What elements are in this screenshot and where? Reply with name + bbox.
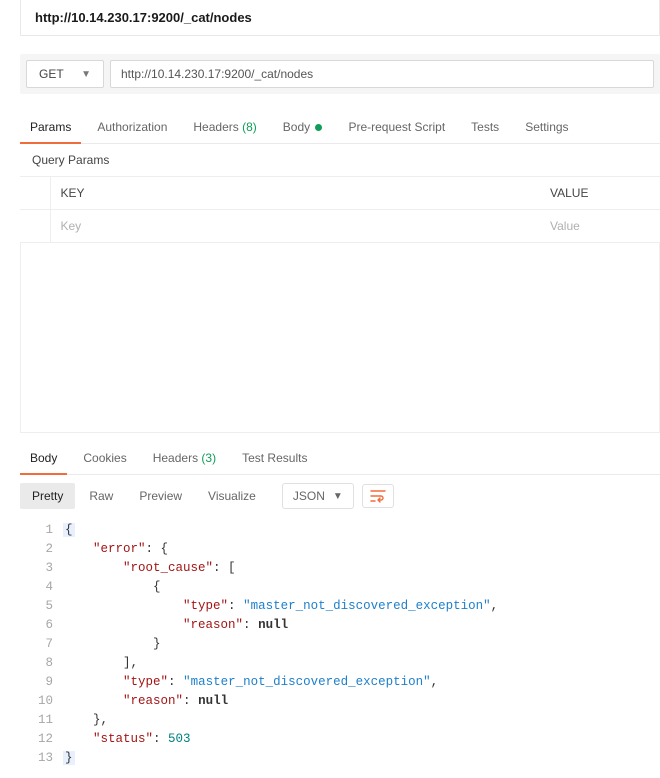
query-params-header: Query Params bbox=[20, 144, 660, 177]
resp-tab-headers-label: Headers bbox=[153, 451, 198, 465]
request-tabs: Params Authorization Headers (8) Body Pr… bbox=[20, 112, 660, 144]
code-lines: { "error": { "root_cause": [ { "type": "… bbox=[63, 521, 660, 768]
line-number: 4 bbox=[38, 578, 53, 597]
line-gutter: 12345678910111213 bbox=[20, 521, 63, 768]
line-number: 12 bbox=[38, 730, 53, 749]
tab-headers-count: (8) bbox=[242, 120, 257, 134]
col-key-header: KEY bbox=[50, 177, 540, 210]
header-gutter bbox=[20, 177, 50, 210]
tab-headers-label: Headers bbox=[193, 120, 238, 134]
line-number: 11 bbox=[38, 711, 53, 730]
tab-settings[interactable]: Settings bbox=[515, 112, 578, 143]
view-pretty-button[interactable]: Pretty bbox=[20, 483, 75, 509]
resp-tab-headers[interactable]: Headers (3) bbox=[143, 443, 226, 474]
tab-headers[interactable]: Headers (8) bbox=[183, 112, 266, 143]
wrap-lines-button[interactable] bbox=[362, 484, 394, 508]
response-body-code[interactable]: 12345678910111213 { "error": { "root_cau… bbox=[20, 517, 660, 768]
line-number: 10 bbox=[38, 692, 53, 711]
resp-tab-test-results[interactable]: Test Results bbox=[232, 443, 317, 474]
line-number: 8 bbox=[38, 654, 53, 673]
chevron-down-icon: ▼ bbox=[333, 491, 343, 502]
key-input[interactable]: Key bbox=[50, 210, 540, 243]
table-row[interactable]: Key Value bbox=[20, 210, 660, 243]
wrap-icon bbox=[370, 489, 386, 503]
chevron-down-icon: ▼ bbox=[81, 69, 91, 80]
line-number: 1 bbox=[38, 521, 53, 540]
response-toolbar: Pretty Raw Preview Visualize JSON ▼ bbox=[20, 475, 660, 517]
row-gutter bbox=[20, 210, 50, 243]
line-number: 9 bbox=[38, 673, 53, 692]
tab-body[interactable]: Body bbox=[273, 112, 333, 143]
request-title: http://10.14.230.17:9200/_cat/nodes bbox=[20, 0, 660, 36]
resp-tab-cookies[interactable]: Cookies bbox=[73, 443, 136, 474]
line-number: 7 bbox=[38, 635, 53, 654]
line-number: 3 bbox=[38, 559, 53, 578]
line-number: 2 bbox=[38, 540, 53, 559]
tab-authorization[interactable]: Authorization bbox=[87, 112, 177, 143]
query-params-table: KEY VALUE Key Value bbox=[20, 177, 660, 243]
http-method-select[interactable]: GET ▼ bbox=[26, 60, 104, 88]
line-number: 6 bbox=[38, 616, 53, 635]
tab-body-label: Body bbox=[283, 120, 310, 134]
line-number: 13 bbox=[38, 749, 53, 768]
tab-prerequest[interactable]: Pre-request Script bbox=[338, 112, 455, 143]
line-number: 5 bbox=[38, 597, 53, 616]
value-input[interactable]: Value bbox=[540, 210, 660, 243]
request-row: GET ▼ http://10.14.230.17:9200/_cat/node… bbox=[20, 54, 660, 94]
url-input[interactable]: http://10.14.230.17:9200/_cat/nodes bbox=[110, 60, 654, 88]
format-select[interactable]: JSON ▼ bbox=[282, 483, 354, 509]
tab-tests[interactable]: Tests bbox=[461, 112, 509, 143]
table-header-row: KEY VALUE bbox=[20, 177, 660, 210]
view-visualize-button[interactable]: Visualize bbox=[196, 483, 268, 509]
response-tabs: Body Cookies Headers (3) Test Results bbox=[20, 443, 660, 475]
format-label: JSON bbox=[293, 489, 325, 503]
dot-icon bbox=[315, 124, 322, 131]
http-method-label: GET bbox=[39, 67, 64, 81]
resp-tab-body[interactable]: Body bbox=[20, 443, 67, 475]
tab-params[interactable]: Params bbox=[20, 112, 81, 144]
resp-tab-headers-count: (3) bbox=[201, 451, 216, 465]
view-raw-button[interactable]: Raw bbox=[77, 483, 125, 509]
col-value-header: VALUE bbox=[540, 177, 660, 210]
view-preview-button[interactable]: Preview bbox=[127, 483, 194, 509]
params-empty-area bbox=[20, 243, 660, 433]
